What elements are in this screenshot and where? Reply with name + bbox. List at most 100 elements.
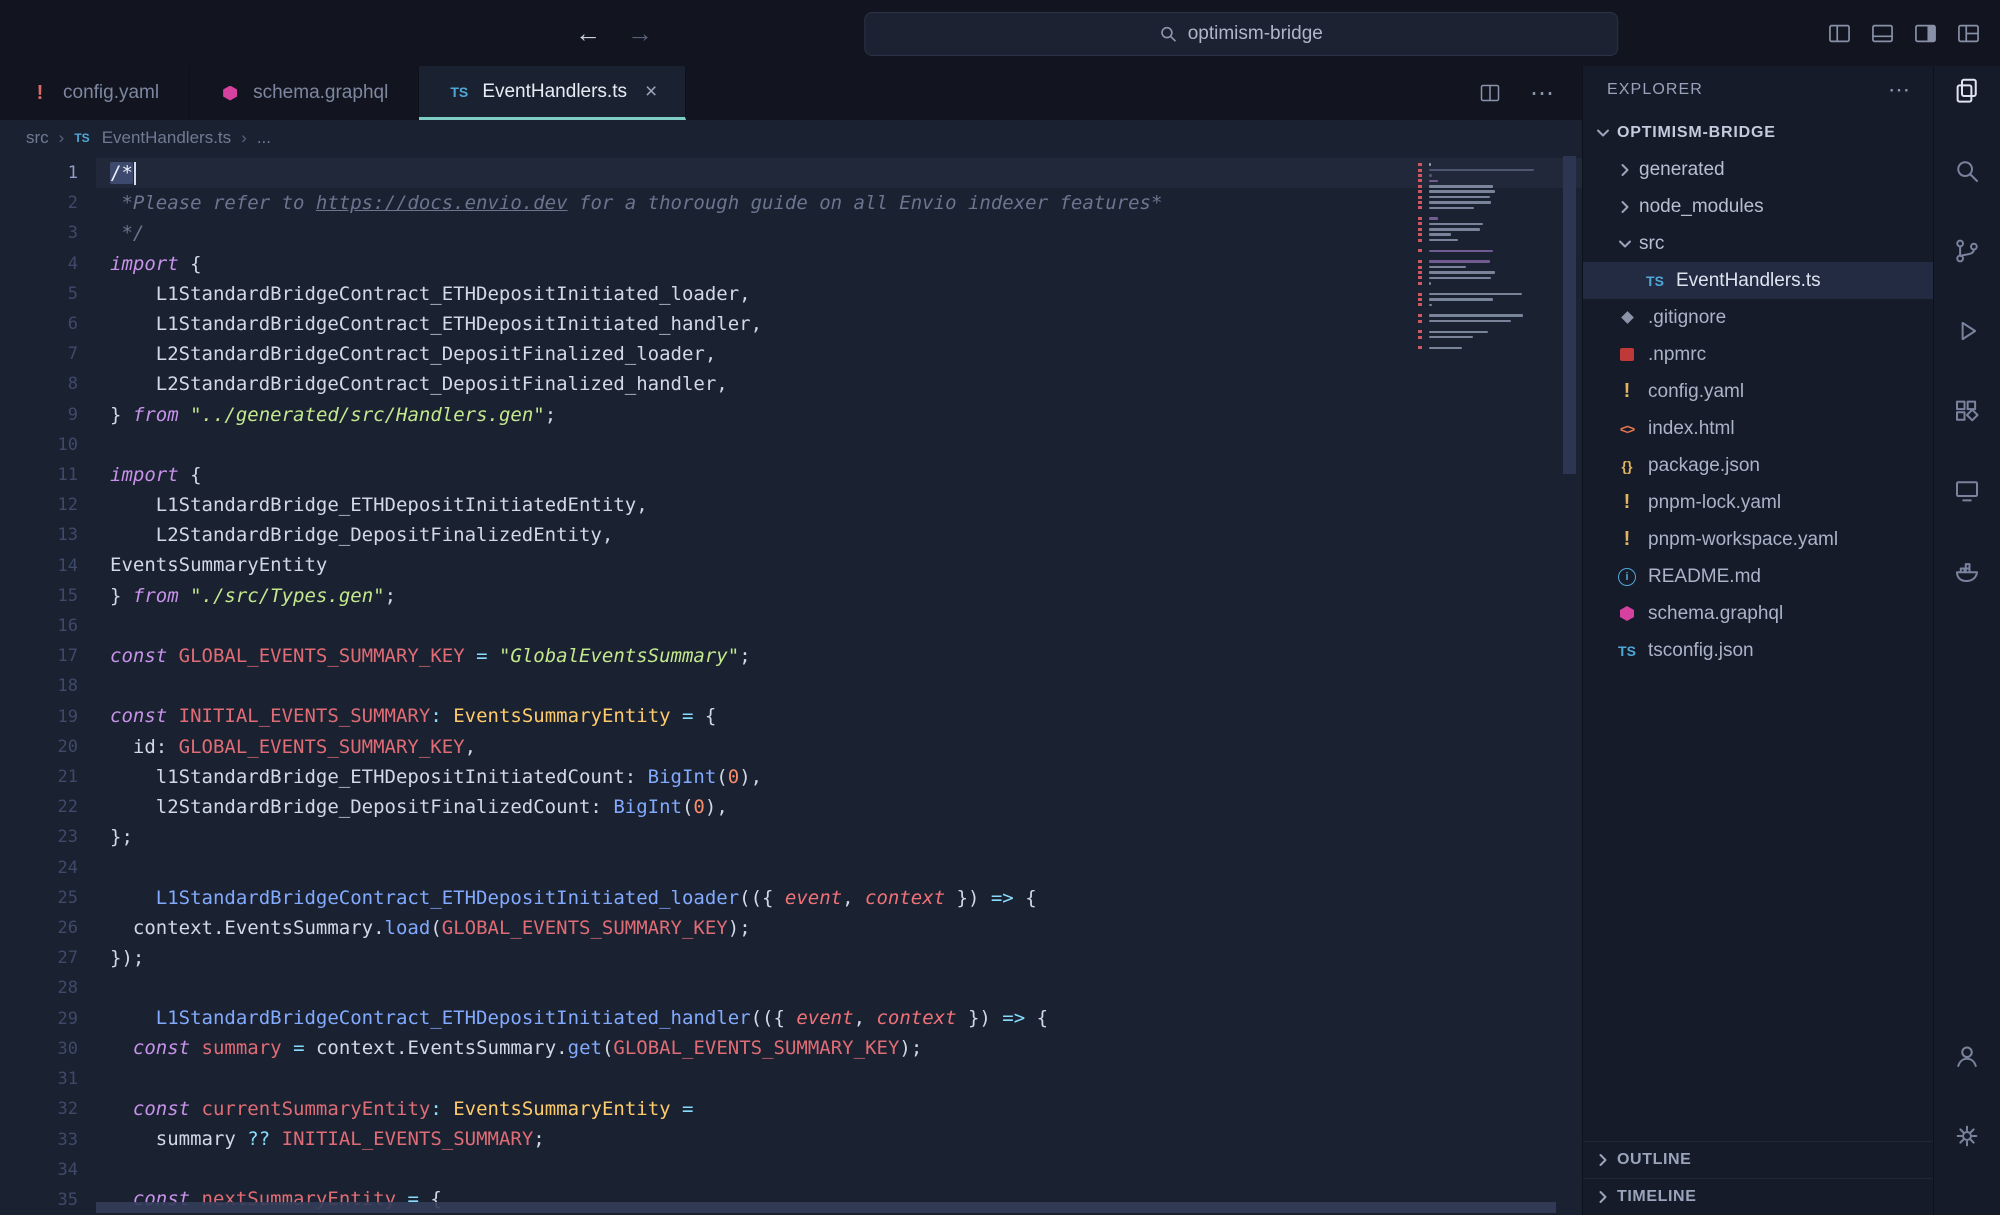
line-number[interactable]: 34 xyxy=(0,1155,78,1185)
nav-history: ← → xyxy=(575,0,653,66)
chevron-down-icon xyxy=(1615,234,1635,254)
code-line: l1StandardBridge_ETHDepositInitiatedCoun… xyxy=(96,762,1582,792)
minimap[interactable] xyxy=(1418,162,1540,351)
line-number[interactable]: 5 xyxy=(0,279,78,309)
item-label: index.html xyxy=(1648,418,1735,440)
back-button[interactable]: ← xyxy=(575,18,601,49)
toggle-secondary-sidebar-icon[interactable] xyxy=(1912,20,1939,47)
line-number[interactable]: 3 xyxy=(0,218,78,248)
line-number[interactable]: 26 xyxy=(0,913,78,943)
search-icon[interactable] xyxy=(1950,154,1984,188)
tab-EventHandlers.ts[interactable]: TSEventHandlers.ts× xyxy=(419,66,686,120)
line-number[interactable]: 7 xyxy=(0,339,78,369)
line-number[interactable]: 33 xyxy=(0,1125,78,1155)
extensions-icon[interactable] xyxy=(1950,394,1984,428)
minimap-change-mark xyxy=(1418,266,1422,269)
editor-more-actions-icon[interactable]: ⋯ xyxy=(1530,79,1556,108)
customize-layout-icon[interactable] xyxy=(1955,20,1982,47)
line-number[interactable]: 13 xyxy=(0,520,78,550)
line-number[interactable]: 16 xyxy=(0,611,78,641)
vertical-scrollbar[interactable] xyxy=(1563,156,1576,474)
explorer-icon[interactable] xyxy=(1950,74,1984,108)
code-line: const INITIAL_EVENTS_SUMMARY: EventsSumm… xyxy=(96,701,1582,731)
line-number[interactable]: 23 xyxy=(0,822,78,852)
split-editor-icon[interactable] xyxy=(1478,81,1502,105)
toggle-panel-icon[interactable] xyxy=(1869,20,1896,47)
account-icon[interactable] xyxy=(1950,1039,1984,1073)
line-number[interactable]: 22 xyxy=(0,792,78,822)
chevron-right-icon xyxy=(1615,160,1635,180)
search-icon xyxy=(1160,25,1178,43)
explorer-item-generated[interactable]: generated xyxy=(1583,151,1934,188)
source-control-icon[interactable] xyxy=(1950,234,1984,268)
settings-icon[interactable] xyxy=(1950,1119,1984,1153)
chevron-right-icon: › xyxy=(241,128,247,148)
item-label: .npmrc xyxy=(1648,344,1706,366)
line-number[interactable]: 8 xyxy=(0,369,78,399)
explorer-item-schema.graphql[interactable]: schema.graphql xyxy=(1583,595,1934,632)
line-number[interactable]: 17 xyxy=(0,641,78,671)
line-number[interactable]: 1 xyxy=(0,158,78,188)
explorer-item-README.md[interactable]: iREADME.md xyxy=(1583,558,1934,595)
graphql-file-icon xyxy=(218,86,242,101)
line-number[interactable]: 14 xyxy=(0,551,78,581)
line-number-gutter[interactable]: 1234567891011121314151617181920212223242… xyxy=(0,158,78,1215)
tab-config.yaml[interactable]: !config.yaml xyxy=(0,66,190,120)
explorer-item-config.yaml[interactable]: !config.yaml xyxy=(1583,373,1934,410)
line-number[interactable]: 18 xyxy=(0,671,78,701)
line-number[interactable]: 21 xyxy=(0,762,78,792)
line-number[interactable]: 6 xyxy=(0,309,78,339)
line-number[interactable]: 28 xyxy=(0,973,78,1003)
explorer-item-src[interactable]: src xyxy=(1583,225,1934,262)
outline-section[interactable]: OUTLINE xyxy=(1583,1141,1934,1178)
docker-icon[interactable] xyxy=(1950,554,1984,588)
remote-icon[interactable] xyxy=(1950,474,1984,508)
breadcrumb-item[interactable]: src xyxy=(26,128,49,148)
line-number[interactable]: 12 xyxy=(0,490,78,520)
tab-schema.graphql[interactable]: schema.graphql xyxy=(190,66,419,120)
line-number[interactable]: 25 xyxy=(0,883,78,913)
line-number[interactable]: 10 xyxy=(0,430,78,460)
explorer-item-.npmrc[interactable]: .npmrc xyxy=(1583,336,1934,373)
line-number[interactable]: 32 xyxy=(0,1094,78,1124)
line-number[interactable]: 29 xyxy=(0,1004,78,1034)
explorer-item-EventHandlers.ts[interactable]: TSEventHandlers.ts xyxy=(1583,262,1934,299)
timeline-section[interactable]: TIMELINE xyxy=(1583,1178,1934,1215)
code-line: */ xyxy=(96,218,1582,248)
close-icon[interactable]: × xyxy=(645,80,657,104)
explorer-item-tsconfig.json[interactable]: TStsconfig.json xyxy=(1583,632,1934,669)
explorer-item-package.json[interactable]: {}package.json xyxy=(1583,447,1934,484)
explorer-item-pnpm-workspace.yaml[interactable]: !pnpm-workspace.yaml xyxy=(1583,521,1934,558)
horizontal-scrollbar[interactable] xyxy=(96,1202,1556,1213)
explorer-item-.gitignore[interactable]: .gitignore xyxy=(1583,299,1934,336)
code-line xyxy=(96,671,1582,701)
line-number[interactable]: 30 xyxy=(0,1034,78,1064)
line-number[interactable]: 20 xyxy=(0,732,78,762)
explorer-item-index.html[interactable]: <>index.html xyxy=(1583,410,1934,447)
line-number[interactable]: 15 xyxy=(0,581,78,611)
explorer-more-actions-icon[interactable]: ⋯ xyxy=(1888,77,1912,103)
line-number[interactable]: 31 xyxy=(0,1064,78,1094)
line-number[interactable]: 27 xyxy=(0,943,78,973)
line-number[interactable]: 11 xyxy=(0,460,78,490)
code-line: L2StandardBridgeContract_DepositFinalize… xyxy=(96,339,1582,369)
line-number[interactable]: 9 xyxy=(0,400,78,430)
run-debug-icon[interactable] xyxy=(1950,314,1984,348)
minimap-change-mark xyxy=(1418,185,1422,188)
breadcrumb-item[interactable]: EventHandlers.ts xyxy=(102,128,231,148)
explorer-item-pnpm-lock.yaml[interactable]: !pnpm-lock.yaml xyxy=(1583,484,1934,521)
explorer-item-node_modules[interactable]: node_modules xyxy=(1583,188,1934,225)
toggle-sidebar-icon[interactable] xyxy=(1826,20,1853,47)
line-number[interactable]: 4 xyxy=(0,249,78,279)
explorer-root-folder[interactable]: OPTIMISM-BRIDGE xyxy=(1583,114,1934,151)
minimap-change-mark xyxy=(1418,190,1422,193)
line-number[interactable]: 35 xyxy=(0,1185,78,1215)
breadcrumb-item[interactable]: ... xyxy=(257,128,271,148)
command-center-search[interactable]: optimism-bridge xyxy=(864,12,1618,56)
line-number[interactable]: 19 xyxy=(0,702,78,732)
code-lines[interactable]: /* *Please refer to https://docs.envio.d… xyxy=(96,158,1582,1215)
line-number[interactable]: 2 xyxy=(0,188,78,218)
forward-button[interactable]: → xyxy=(627,18,653,49)
line-number[interactable]: 24 xyxy=(0,853,78,883)
code-editor[interactable]: 1234567891011121314151617181920212223242… xyxy=(0,156,1582,1215)
